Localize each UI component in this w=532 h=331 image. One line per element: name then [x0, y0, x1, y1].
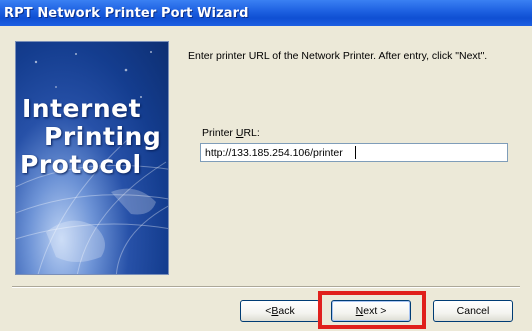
- window-title: RPT Network Printer Port Wizard: [4, 6, 249, 21]
- button-separator: [12, 286, 520, 288]
- logo-text-line-1: Internet: [22, 94, 142, 123]
- text-caret: [355, 146, 356, 159]
- printer-url-input[interactable]: [200, 143, 508, 162]
- cancel-button[interactable]: Cancel: [433, 300, 513, 322]
- instruction-text: Enter printer URL of the Network Printer…: [188, 50, 488, 62]
- wizard-side-image: Internet Printing Protocol: [16, 42, 168, 274]
- back-button[interactable]: < Back: [240, 300, 320, 322]
- next-button-highlight-box: [318, 291, 426, 329]
- printer-url-label: Printer URL:: [202, 127, 260, 139]
- logo-text-line-3: Protocol: [20, 150, 142, 179]
- title-bar[interactable]: RPT Network Printer Port Wizard: [0, 0, 532, 26]
- logo-text-line-2: Printing: [44, 122, 162, 151]
